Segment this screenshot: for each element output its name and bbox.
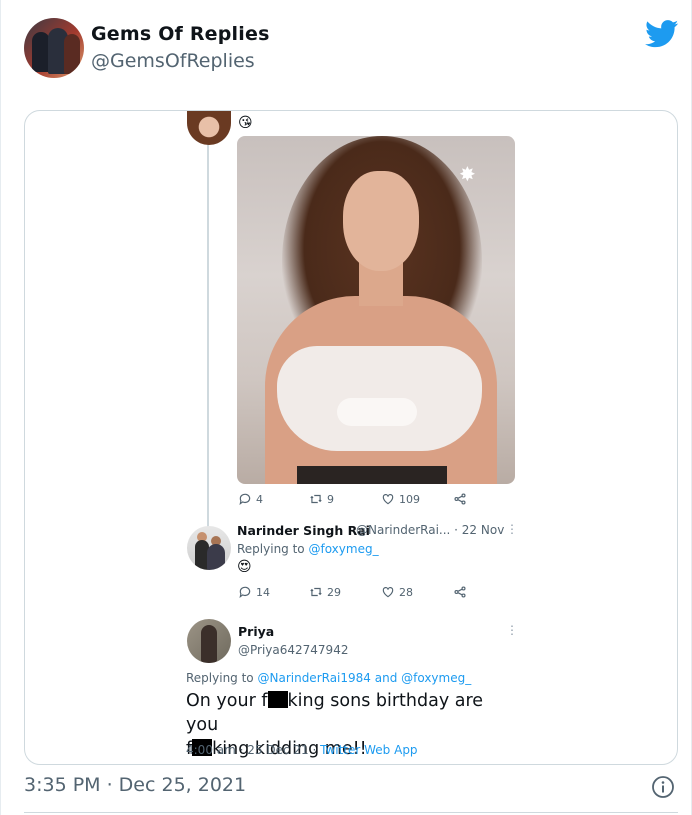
like-icon [382,587,394,598]
like-action[interactable]: 28 [381,585,413,599]
heart-eyes-emoji: 😍 [237,559,252,575]
source-link[interactable]: Twitter Web App [320,743,417,757]
reply-icon [239,586,251,599]
priya-timestamp: 4:00 am · 25 Dec 21 · Twitter Web App [186,743,418,757]
kiss-emoji: 😘 [238,115,253,131]
share-action[interactable] [453,585,467,599]
author-avatar[interactable] [24,18,84,78]
priya-handle: @Priya642747942 [238,643,349,657]
tweet-card: Gems Of Replies @GemsOfReplies 😘 · · · ·… [0,0,692,815]
divider [24,812,678,813]
priya-replying: Replying to @NarinderRai1984 and @foxyme… [186,671,472,685]
priya-name[interactable]: Priya [238,624,274,639]
replying-link[interactable]: @foxymeg_ [308,542,378,556]
share-icon [454,586,466,598]
cut-off-text: · · · · [280,110,314,117]
replying-link[interactable]: @NarinderRai1984 and @foxymeg_ [257,671,471,685]
like-icon [382,494,394,505]
retweet-action[interactable]: 9 [309,492,334,506]
twitter-bird-icon[interactable] [645,20,679,48]
thread-line [207,141,209,536]
narinder-handle-date: @NarinderRai... · 22 Nov [356,523,505,537]
priya-avatar[interactable] [187,619,231,663]
retweet-action[interactable]: 29 [309,585,341,599]
share-action[interactable] [453,492,467,506]
foxymeg-avatar [187,111,231,145]
author-handle[interactable]: @GemsOfReplies [91,50,255,72]
retweet-icon [310,587,322,597]
info-icon[interactable] [651,775,675,799]
embedded-screenshot[interactable]: 😘 · · · · ✸ 4 9 109 Narinder Singh Rai @… [24,110,678,765]
reply-action[interactable]: 14 [238,585,270,599]
tweet-photo: ✸ [237,136,515,484]
retweet-icon [310,494,322,504]
tweet-timestamp[interactable]: 3:35 PM · Dec 25, 2021 [24,774,246,796]
author-name[interactable]: Gems Of Replies [91,23,270,45]
like-action[interactable]: 109 [381,492,420,506]
narinder-replying: Replying to @foxymeg_ [237,542,379,556]
censor-bar [267,691,288,708]
share-icon [454,493,466,505]
more-icon[interactable]: ⋮ [506,522,518,536]
narinder-avatar[interactable] [187,526,231,570]
reply-icon [239,493,251,506]
reply-action[interactable]: 4 [238,492,263,506]
more-icon[interactable]: ⋮ [506,623,518,637]
narinder-name[interactable]: Narinder Singh Rai [237,523,370,538]
